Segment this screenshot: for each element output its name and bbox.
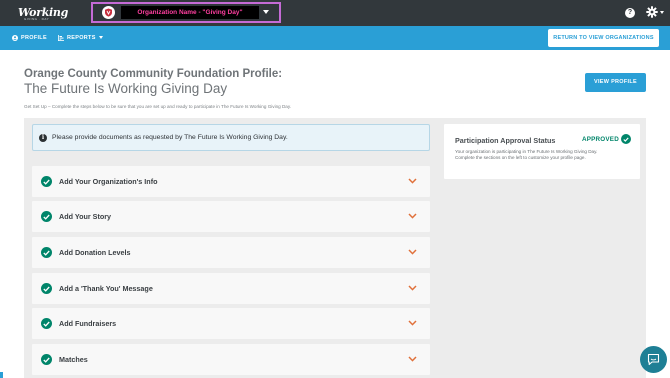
status-description: Your organization is participating in Th… bbox=[455, 149, 598, 154]
check-circle-icon bbox=[41, 283, 52, 294]
shield-icon bbox=[105, 8, 112, 17]
setup-step-label: Add Fundraisers bbox=[59, 319, 117, 328]
setup-step-label: Add Your Story bbox=[59, 212, 112, 221]
info-banner: i Please provide documents as requested … bbox=[32, 124, 430, 151]
chevron-down-icon bbox=[408, 213, 417, 219]
view-profile-button[interactable]: VIEW PROFILE bbox=[585, 73, 646, 92]
status-card-title: Participation Approval Status bbox=[455, 136, 556, 145]
user-circle-icon bbox=[12, 34, 18, 41]
check-circle-icon bbox=[41, 318, 52, 329]
page-subtitle-title: The Future Is Working Giving Day bbox=[24, 81, 228, 96]
status-badge: APPROVED bbox=[582, 136, 619, 143]
chevron-down-icon bbox=[408, 320, 417, 326]
gear-icon[interactable] bbox=[646, 6, 658, 18]
organization-name-box: Organization Name - "Giving Day" bbox=[121, 6, 259, 19]
logo[interactable]: Working GIVING · DAY bbox=[18, 5, 68, 21]
chevron-down-icon[interactable] bbox=[660, 11, 664, 14]
page-edge-marker bbox=[0, 372, 3, 378]
chevron-down-icon bbox=[408, 249, 417, 255]
setup-step-matches[interactable]: Matches bbox=[32, 344, 430, 375]
nav-item-label: REPORTS bbox=[67, 35, 96, 41]
setup-step-label: Add Donation Levels bbox=[59, 248, 131, 257]
chevron-down-icon bbox=[98, 36, 103, 40]
setup-step-organization-info[interactable]: Add Your Organization's Info bbox=[32, 166, 430, 197]
check-circle-icon bbox=[621, 134, 631, 144]
organization-avatar bbox=[102, 6, 115, 19]
nav-item-profile[interactable]: PROFILE bbox=[12, 26, 47, 50]
setup-step-fundraisers[interactable]: Add Fundraisers bbox=[32, 308, 430, 339]
organization-name: Organization Name - "Giving Day" bbox=[137, 9, 243, 16]
status-description: Complete the sections on the left to cus… bbox=[455, 155, 586, 160]
chevron-down-icon bbox=[408, 285, 417, 291]
nav-item-label: PROFILE bbox=[21, 35, 47, 41]
secondary-nav: PROFILE REPORTS RETURN TO VIEW ORGANIZAT… bbox=[0, 26, 670, 50]
check-circle-icon bbox=[41, 247, 52, 258]
participation-status-card: Participation Approval Status APPROVED Y… bbox=[444, 124, 640, 179]
nav-item-reports[interactable]: REPORTS bbox=[58, 26, 103, 50]
setup-step-thank-you-message[interactable]: Add a 'Thank You' Message bbox=[32, 273, 430, 304]
check-circle-icon bbox=[41, 176, 52, 187]
chevron-down-icon bbox=[263, 10, 269, 14]
info-banner-text: Please provide documents as requested by… bbox=[52, 134, 288, 141]
logo-subtext: GIVING · DAY bbox=[24, 17, 50, 21]
chat-icon bbox=[647, 353, 660, 366]
check-circle-icon bbox=[41, 211, 52, 222]
help-icon[interactable]: ? bbox=[625, 8, 635, 18]
page-title: Orange County Community Foundation Profi… bbox=[24, 68, 283, 80]
setup-step-label: Add Your Organization's Info bbox=[59, 177, 158, 186]
chevron-down-icon bbox=[408, 356, 417, 362]
setup-step-story[interactable]: Add Your Story bbox=[32, 201, 430, 232]
organization-selector[interactable]: Organization Name - "Giving Day" bbox=[91, 2, 281, 23]
setup-step-label: Add a 'Thank You' Message bbox=[59, 284, 153, 293]
check-circle-icon bbox=[41, 354, 52, 365]
setup-step-label: Matches bbox=[59, 355, 88, 364]
chart-icon bbox=[58, 34, 64, 41]
page-description: Get Set Up – Complete the steps below to… bbox=[24, 104, 292, 109]
return-to-organizations-button[interactable]: RETURN TO VIEW ORGANIZATIONS bbox=[548, 29, 659, 47]
setup-step-donation-levels[interactable]: Add Donation Levels bbox=[32, 237, 430, 268]
chevron-down-icon bbox=[408, 178, 417, 184]
info-icon: i bbox=[39, 134, 47, 142]
top-bar: Working GIVING · DAY Organization Name -… bbox=[0, 0, 670, 26]
chat-support-button[interactable] bbox=[640, 346, 667, 373]
